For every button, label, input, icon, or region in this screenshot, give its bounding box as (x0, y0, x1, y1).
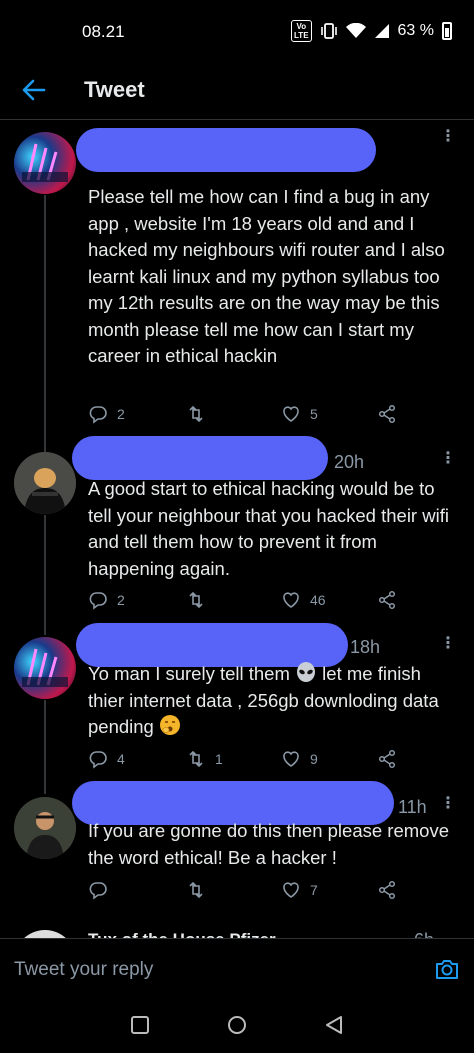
heart-icon (283, 592, 299, 608)
redacted-username (76, 128, 376, 172)
page-title: Tweet (84, 77, 145, 102)
retweet-icon (189, 591, 203, 609)
tweet-actions: 4 1 9 (88, 749, 408, 775)
tweet-time: 11h (398, 797, 427, 817)
back-arrow-icon[interactable] (18, 74, 50, 106)
status-icons: Vo LTE 63 % (291, 20, 452, 42)
status-bar: 08.21 Vo LTE 63 % (0, 0, 474, 62)
tweet[interactable]: 11h ⋮ If you are gonne do this then plea… (0, 781, 474, 925)
more-options-icon[interactable]: ⋮ (440, 129, 456, 145)
tweet-text: If you are gonne do this then please rem… (88, 820, 449, 868)
avatar[interactable] (14, 797, 76, 859)
signal-icon (374, 24, 389, 38)
like-count: 7 (310, 882, 318, 898)
tweet-actions: 2 5 (88, 404, 408, 430)
avatar-art (14, 452, 76, 514)
share-icon (378, 880, 396, 900)
top-app-bar: Tweet (0, 62, 474, 120)
wifi-icon (345, 23, 366, 38)
reply-composer: Tweet your reply (0, 938, 474, 998)
reply-button[interactable]: 4 (88, 749, 125, 769)
more-options-icon[interactable]: ⋮ (440, 636, 456, 652)
tweet-text: Yo man I surely tell them let me finish … (88, 661, 460, 741)
retweet-button[interactable] (186, 880, 215, 900)
like-button[interactable]: 5 (281, 404, 318, 424)
retweet-button[interactable] (186, 404, 215, 424)
retweet-button[interactable] (186, 590, 215, 610)
avatar-art (22, 648, 68, 687)
status-time: 08.21 (82, 22, 125, 41)
redacted-username (72, 436, 328, 480)
share-button[interactable] (377, 590, 397, 610)
tweet-text-part: Yo man I surely tell them (88, 663, 296, 684)
more-options-icon[interactable]: ⋮ (440, 451, 456, 467)
system-nav-bar (0, 998, 474, 1053)
reply-count: 2 (117, 406, 125, 422)
reply-count: 2 (117, 592, 125, 608)
tweet-time: 18h (350, 637, 381, 657)
avatar[interactable] (14, 637, 76, 699)
more-options-icon[interactable]: ⋮ (440, 796, 456, 812)
avatar[interactable] (14, 452, 76, 514)
avatar-art (22, 143, 68, 182)
retweet-icon (189, 405, 203, 423)
tweet-time: 20h (334, 452, 365, 472)
reply-button[interactable] (88, 880, 117, 900)
reply-input[interactable]: Tweet your reply (14, 959, 153, 981)
recents-icon[interactable] (129, 1014, 151, 1036)
back-triangle-icon[interactable] (323, 1014, 345, 1036)
tweet-peek[interactable]: Tux of the House Pfizer 6h (0, 925, 474, 939)
retweet-button[interactable]: 1 (186, 749, 223, 769)
home-icon[interactable] (226, 1014, 248, 1036)
tweet[interactable]: 20h ⋮ A good start to ethical hacking wo… (0, 436, 474, 625)
vibrate-icon (320, 23, 337, 39)
retweet-icon (189, 750, 203, 768)
retweet-count: 1 (215, 751, 223, 767)
reply-icon (89, 592, 107, 610)
share-icon (378, 749, 396, 769)
share-button[interactable] (377, 749, 397, 769)
reply-button[interactable]: 2 (88, 590, 125, 610)
reply-icon (89, 882, 107, 900)
tweet-actions: 7 (88, 880, 408, 906)
share-icon (378, 404, 396, 424)
like-count: 46 (310, 592, 326, 608)
avatar-art (14, 797, 76, 859)
like-count: 5 (310, 406, 318, 422)
share-button[interactable] (377, 404, 397, 424)
heart-icon (283, 751, 299, 767)
tweet-text: Please tell me how can I find a bug in a… (88, 186, 445, 366)
yawning-face-emoji-icon (159, 715, 180, 735)
tweet[interactable]: 18h ⋮ Yo man I surely tell them let me f… (0, 623, 474, 785)
avatar[interactable] (14, 132, 76, 194)
reply-count: 4 (117, 751, 125, 767)
reply-icon (89, 406, 107, 424)
like-count: 9 (310, 751, 318, 767)
share-icon (378, 590, 396, 610)
alien-emoji-icon (297, 662, 316, 682)
share-button[interactable] (377, 880, 397, 900)
tweet-text: A good start to ethical hacking would be… (88, 478, 449, 579)
tweet[interactable]: ⋮ Please tell me how can I find a bug in… (0, 120, 474, 440)
reply-button[interactable]: 2 (88, 404, 125, 424)
heart-icon (283, 882, 299, 898)
heart-icon (283, 406, 299, 422)
volte-icon: Vo LTE (291, 20, 312, 42)
like-button[interactable]: 46 (281, 590, 326, 610)
reply-icon (89, 751, 107, 769)
like-button[interactable]: 9 (281, 749, 318, 769)
battery-icon (442, 22, 452, 40)
camera-icon[interactable] (434, 957, 460, 981)
retweet-icon (189, 881, 203, 899)
tweet-actions: 2 46 (88, 590, 408, 616)
like-button[interactable]: 7 (281, 880, 318, 900)
battery-percent: 63 % (397, 22, 434, 39)
